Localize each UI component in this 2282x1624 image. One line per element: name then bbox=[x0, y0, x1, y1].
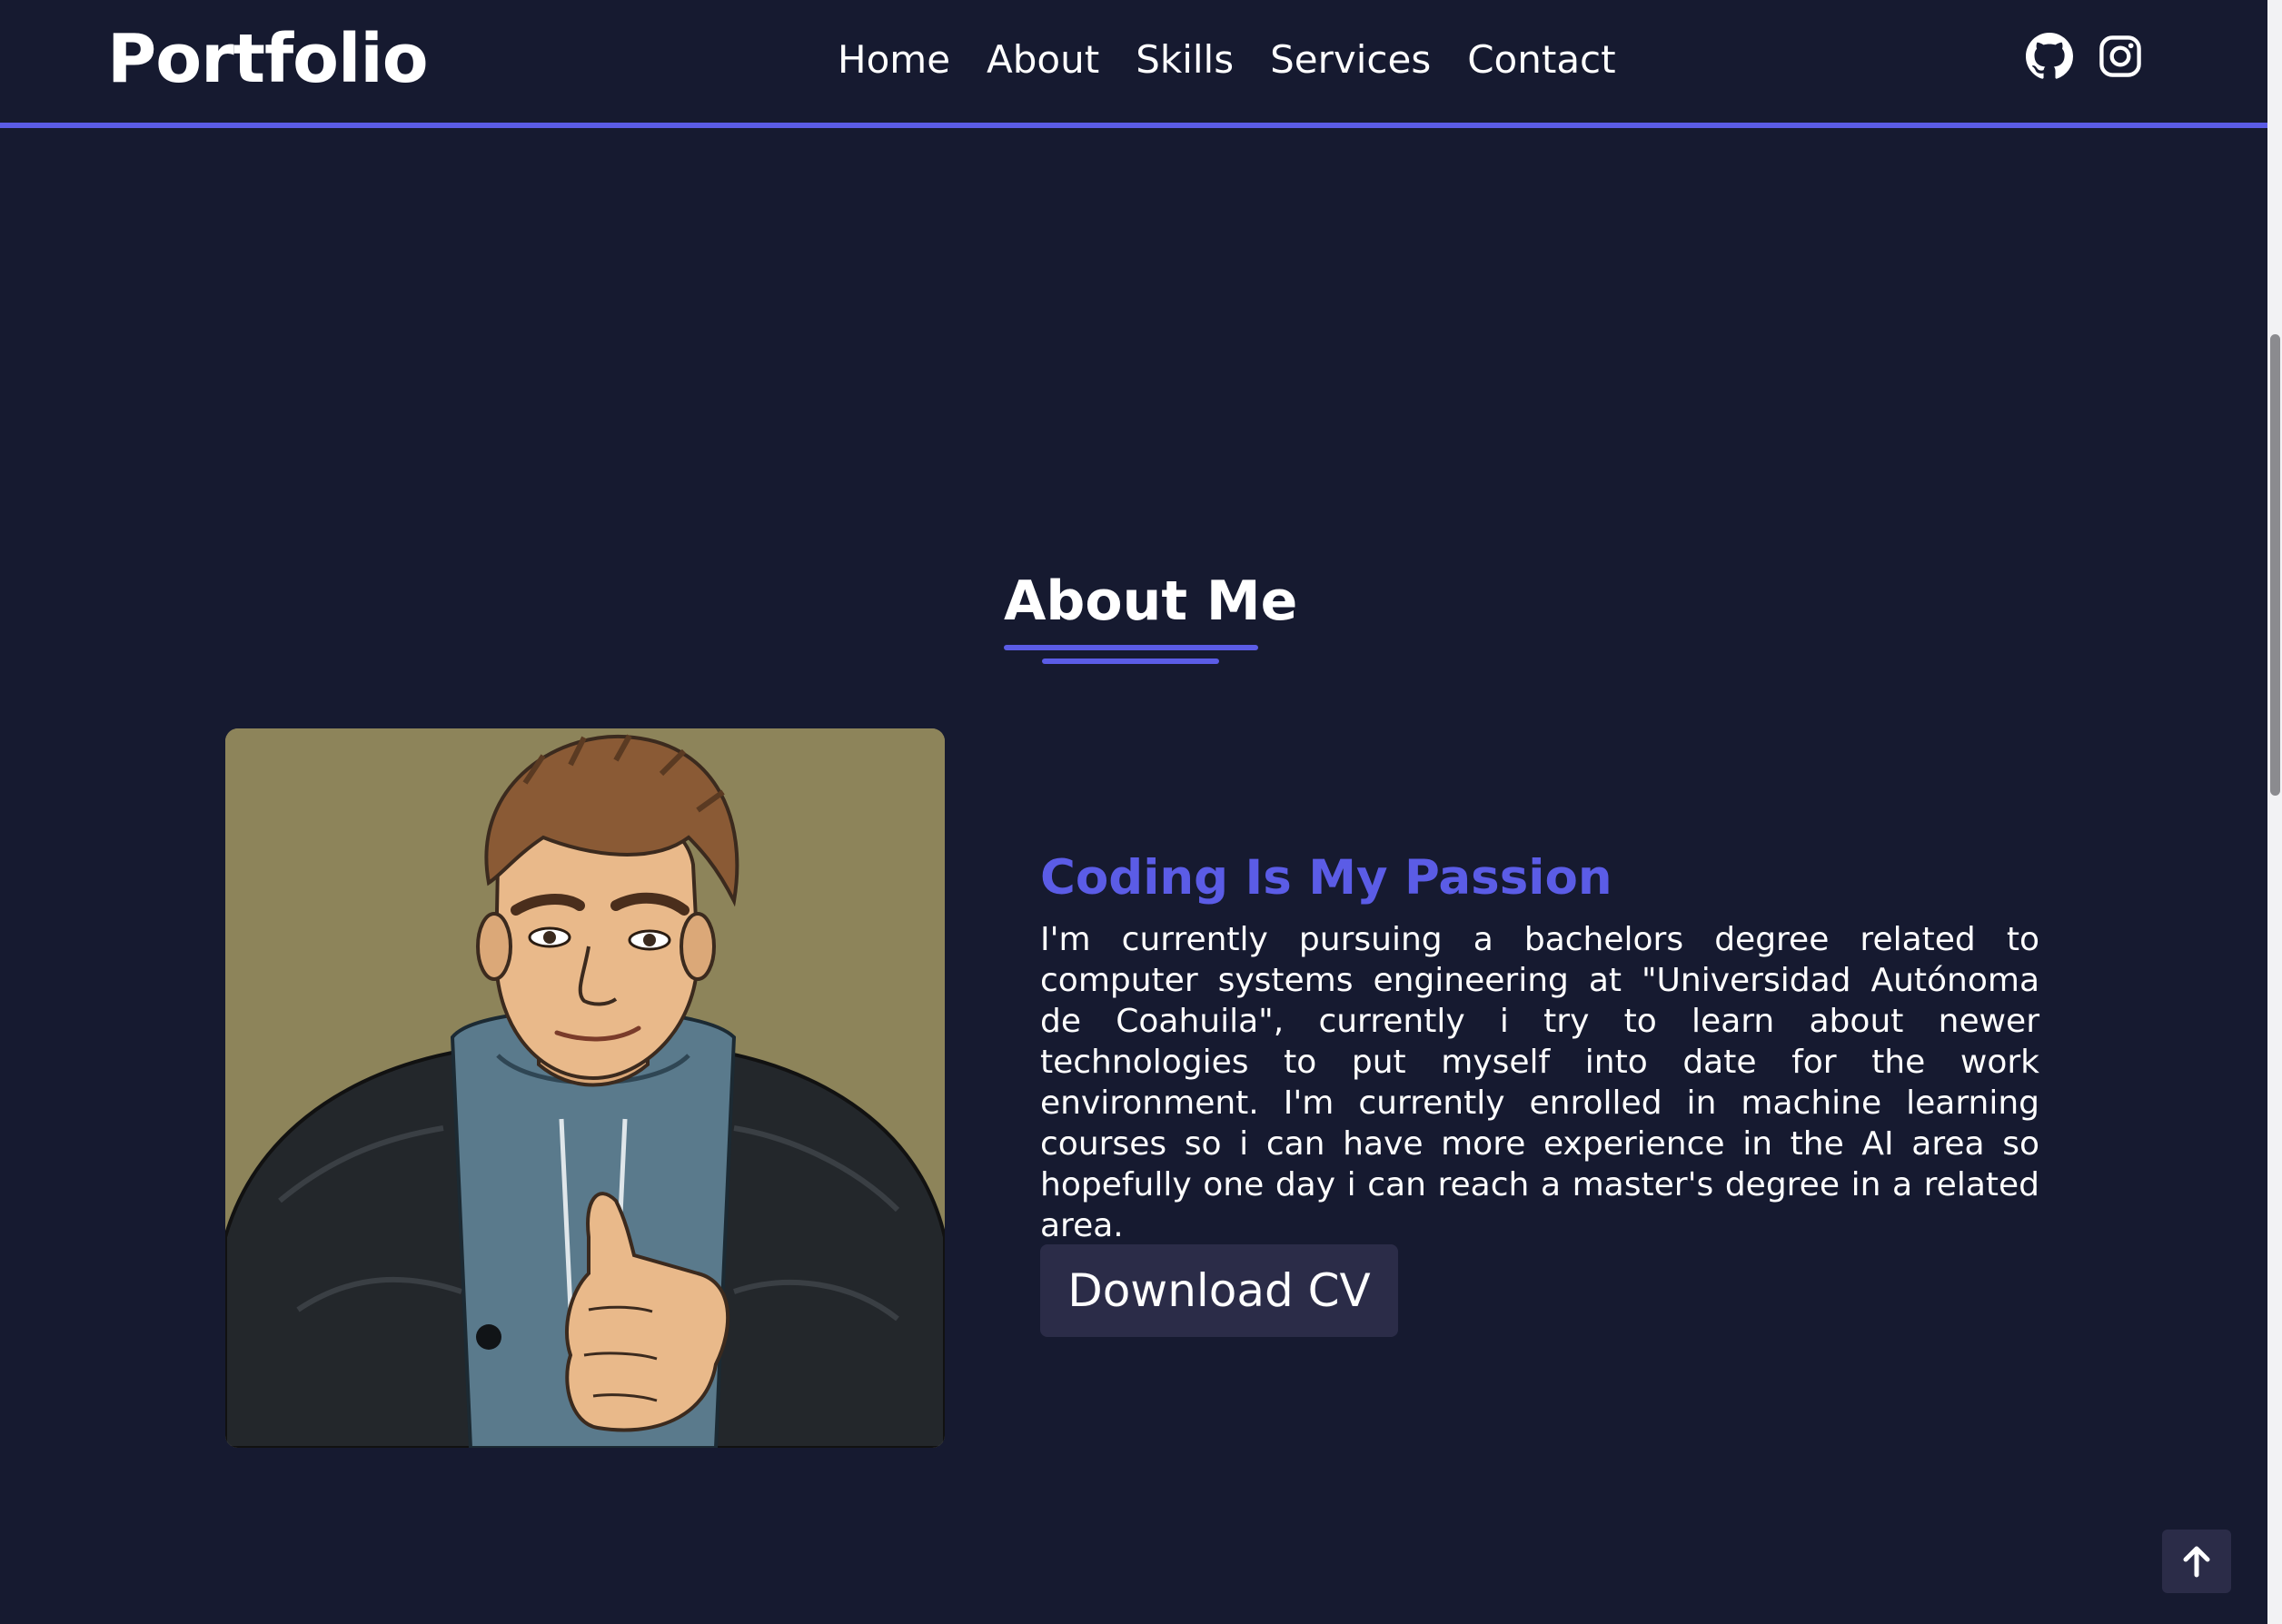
site-header: Portfolio Home About Skills Services Con… bbox=[0, 0, 2267, 128]
title-underline bbox=[1004, 645, 1258, 650]
github-icon[interactable] bbox=[2026, 33, 2073, 80]
download-cv-button[interactable]: Download CV bbox=[1040, 1244, 1398, 1337]
bio-text: I'm currently pursuing a bachelors degre… bbox=[1040, 921, 2039, 1244]
avatar-illustration bbox=[225, 728, 945, 1448]
nav-link-home[interactable]: Home bbox=[838, 35, 950, 85]
arrow-up-icon bbox=[2183, 1546, 2210, 1578]
title-underline-short bbox=[1042, 659, 1219, 664]
nav-link-contact[interactable]: Contact bbox=[1467, 35, 1615, 85]
nav-link-services[interactable]: Services bbox=[1270, 35, 1431, 85]
nav-link-skills[interactable]: Skills bbox=[1136, 35, 1234, 85]
passion-heading: Coding Is My Passion bbox=[1040, 850, 1612, 906]
main-nav: Home About Skills Services Contact bbox=[838, 35, 1616, 85]
scrollbar-track[interactable] bbox=[2267, 0, 2282, 1624]
instagram-icon[interactable] bbox=[2097, 33, 2144, 80]
section-title: About Me bbox=[1004, 569, 1298, 633]
page: Portfolio Home About Skills Services Con… bbox=[0, 0, 2282, 1624]
social-links bbox=[2026, 33, 2144, 80]
site-logo[interactable]: Portfolio bbox=[107, 20, 429, 98]
back-to-top-button[interactable] bbox=[2162, 1530, 2231, 1593]
nav-link-about[interactable]: About bbox=[987, 35, 1099, 85]
scrollbar-thumb[interactable] bbox=[2270, 334, 2280, 796]
